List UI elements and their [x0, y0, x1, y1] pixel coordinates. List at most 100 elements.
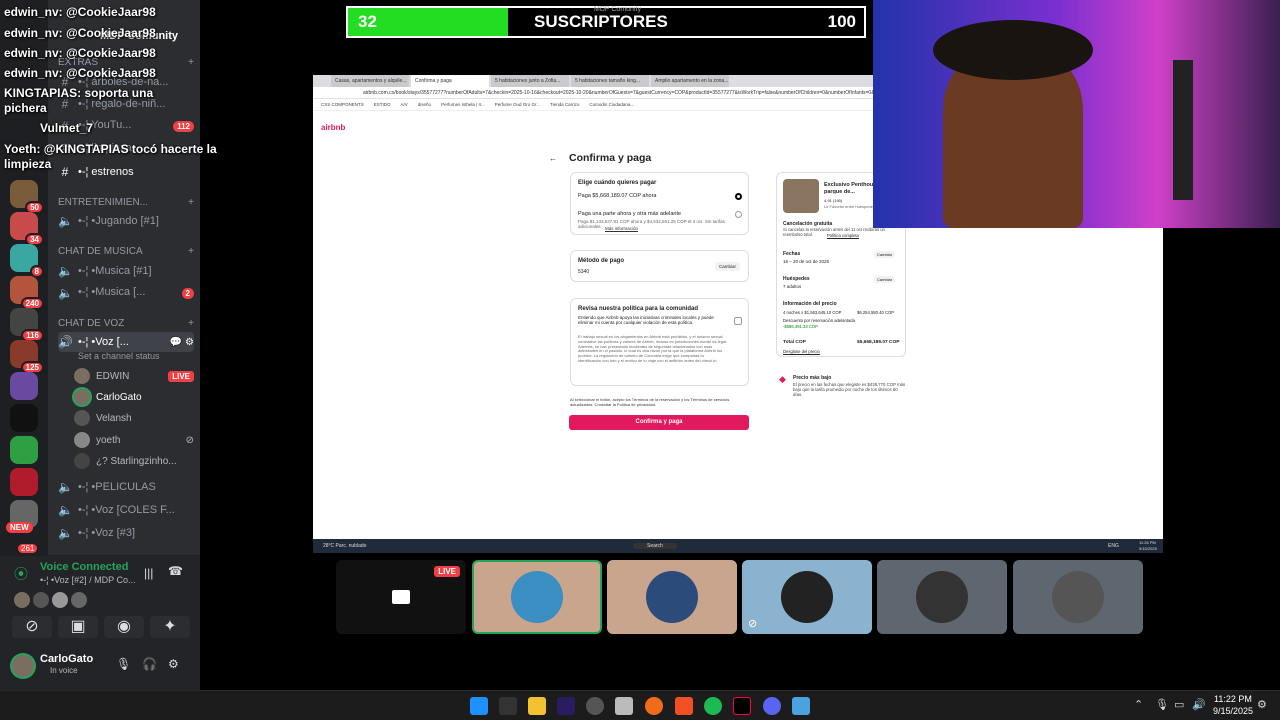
radio-unselected[interactable] [735, 211, 742, 218]
airbnb-logo[interactable]: airbnb [321, 123, 345, 132]
disconnect-icon[interactable]: ☎ [168, 564, 183, 578]
voice-user[interactable]: yoeth ⊘ [74, 430, 194, 450]
bookmark[interactable]: CSS COMPONENTS [321, 102, 364, 107]
category-musica[interactable]: CHAT DE MUSICA + [58, 246, 194, 257]
tiktok-icon[interactable] [733, 697, 751, 715]
file-explorer-icon[interactable] [528, 697, 546, 715]
channel-actions-icons[interactable]: 💬 ⚙ [170, 337, 194, 348]
participant-tile[interactable]: LIVE [336, 560, 466, 634]
bookmark[interactable]: Perfume Oud Oro Gr... [495, 102, 540, 107]
bookmark[interactable]: Tienda Carrizo [550, 102, 579, 107]
mic-icon[interactable]: 🎙 [1155, 698, 1169, 711]
more-info-link[interactable]: Más información [605, 226, 638, 231]
bookmark[interactable]: ESTIDO [374, 102, 391, 107]
clock-date[interactable]: 9/15/2025 [1213, 706, 1253, 716]
activities-button[interactable]: ◉ [104, 616, 144, 638]
volume-icon[interactable]: 🔊 [1192, 698, 1206, 711]
chrome-icon[interactable] [586, 697, 604, 715]
category-entretenimiento[interactable]: ENTRETENIMIEN... + [58, 197, 194, 208]
price-breakdown-link[interactable]: Desglose del precio [783, 349, 820, 354]
browser-tab[interactable]: 5 habitaciones junto a Zofia... [491, 75, 569, 87]
bookmark[interactable]: Perfumes Isthela | Ir... [441, 102, 485, 107]
channel-estrenos[interactable]: # •-¦ estrenos [58, 162, 194, 182]
server-icon[interactable]: 125 [10, 340, 44, 374]
voice-user[interactable]: Velansh [74, 408, 194, 428]
notepad-icon[interactable] [792, 697, 810, 715]
participant-tile[interactable] [1013, 560, 1143, 634]
terms-text[interactable]: Al seleccionar el botón, acepto los Térm… [570, 397, 750, 407]
server-icon[interactable] [10, 436, 38, 464]
username[interactable]: CarloGato [40, 653, 93, 665]
start-icon[interactable] [470, 697, 488, 715]
participant-tile[interactable]: ⊘ [742, 560, 872, 634]
channel-voz3[interactable]: 🔈 •-¦ •Voz [#3] [58, 523, 194, 543]
bookmark[interactable]: A/V [401, 102, 408, 107]
channel-musica1[interactable]: 🔈 •-¦ •Musica [#1] [58, 261, 194, 281]
server-icon[interactable] [10, 404, 38, 432]
server-icon[interactable] [10, 372, 38, 400]
headphones-icon[interactable]: 🎧 [142, 657, 157, 671]
page-title: Confirma y paga [569, 152, 652, 164]
server-icon[interactable]: 240 [10, 276, 44, 310]
pay-now-option[interactable]: Paga $5,668,189.07 COP ahora [578, 193, 657, 199]
mic-icon[interactable]: 🎙 [116, 657, 131, 671]
voice-user[interactable]: CarloGato [74, 387, 194, 407]
channel-status[interactable]: Set a channel status [78, 351, 160, 361]
browser-tab-active[interactable]: Confirma y paga [411, 75, 489, 87]
cancel-policy-link[interactable]: Política completa [827, 233, 859, 238]
voice-user[interactable]: EDWIN LIVE [74, 366, 194, 386]
notifications-icon[interactable]: ⚙ [1257, 698, 1267, 711]
voice-channel[interactable]: •-¦ •Voz [#2] / MDP Co... [40, 575, 136, 585]
policy-checkbox[interactable] [734, 317, 742, 325]
chat-overlay-line: KINGTAPIAS: soporta una [4, 86, 154, 100]
server-icon[interactable]: 8 [10, 244, 44, 278]
voice-status[interactable]: Voice Connected [40, 561, 128, 573]
discord-icon[interactable] [763, 697, 781, 715]
soundboard-button[interactable]: ✦ [150, 616, 190, 638]
channel-voz-coles[interactable]: 🔈 •-¦ •Voz [COLES F... [58, 500, 194, 520]
channel-voz-active[interactable]: 🔊 •-¦ •Voz [... 💬 ⚙ [58, 332, 194, 352]
browser-tab[interactable]: 5 habitaciones tamaño king... [571, 75, 649, 87]
inner-weather[interactable]: 28°C Parc. nublado [323, 543, 366, 549]
server-icon[interactable]: 50 [10, 180, 44, 214]
epic-games-icon[interactable] [499, 697, 517, 715]
network-icon[interactable]: ▭ [1174, 698, 1184, 711]
server-icon[interactable]: 34 [10, 212, 44, 246]
avatar[interactable] [12, 655, 34, 677]
camera-off-button[interactable]: ⊘ [12, 616, 52, 638]
back-arrow-icon[interactable]: ← [549, 154, 557, 163]
browser-tab[interactable]: Amplio apartamento en la zona... [651, 75, 729, 87]
bookmark[interactable]: diseño [418, 102, 431, 107]
screen-share-button[interactable]: ▣ [58, 616, 98, 638]
inner-search[interactable]: Search [633, 543, 677, 549]
premiere-icon[interactable] [557, 697, 575, 715]
change-guests-button[interactable]: Cambiar [874, 276, 896, 283]
browser-tab[interactable]: Casas, apartamentos y alquile... [331, 75, 409, 87]
channel-jugando[interactable]: 🔈 •-¦ •Jugando [#1] [58, 211, 194, 231]
chat-overlay-line: edwin_nv: @CookieJaar98 [4, 66, 156, 80]
app-icon[interactable] [645, 697, 663, 715]
listing-thumbnail[interactable] [783, 179, 819, 213]
spotify-icon[interactable] [704, 697, 722, 715]
noise-icon[interactable]: ||| [144, 566, 153, 580]
chevron-up-icon[interactable]: ⌃ [1134, 698, 1143, 711]
change-button[interactable]: Cambiar [715, 262, 741, 271]
voice-user[interactable]: ¿? Starlingzinho... [74, 451, 194, 471]
server-icon[interactable]: 116 [10, 308, 44, 342]
participant-tile-speaking[interactable] [472, 560, 602, 634]
server-icon[interactable] [10, 468, 38, 496]
confirm-pay-button[interactable]: Confirma y paga [569, 415, 749, 430]
settings-gear-icon[interactable]: ⚙ [168, 657, 179, 671]
radio-selected[interactable] [735, 193, 742, 200]
channel-peliculas[interactable]: 🔈 •-¦ •PELICULAS [58, 477, 194, 497]
change-dates-button[interactable]: Cambiar [874, 251, 896, 258]
brave-icon[interactable] [675, 697, 693, 715]
clock-time[interactable]: 11:22 PM [1214, 694, 1252, 704]
participant-tile[interactable] [607, 560, 737, 634]
calculator-icon[interactable] [615, 697, 633, 715]
channel-musica2[interactable]: 🔈 •-¦ •Musica [... 2 [58, 283, 194, 303]
bookmark[interactable]: Comodin Ciudadana... [589, 102, 634, 107]
participant-tile[interactable] [877, 560, 1007, 634]
pay-partial-option[interactable]: Paga una parte ahora y otra más adelante [578, 211, 681, 217]
category-voz[interactable]: CHAT DE VOZ + [58, 318, 194, 329]
